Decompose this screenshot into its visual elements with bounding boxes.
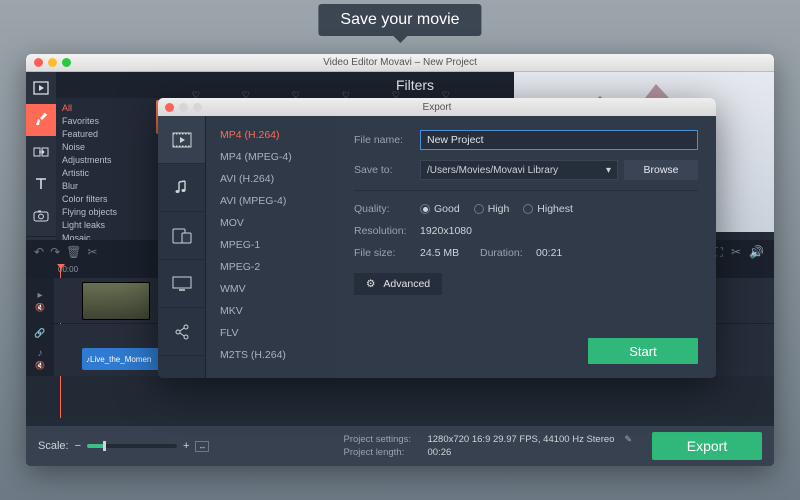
format-item[interactable]: MKV: [206, 300, 336, 322]
duration-value: 00:21: [536, 247, 562, 259]
link-track-head: 🔗: [26, 324, 54, 342]
undo-button[interactable]: ↶: [34, 245, 44, 259]
quality-radio-good[interactable]: Good: [420, 203, 460, 215]
category-item[interactable]: All: [62, 102, 140, 115]
export-tab-tv[interactable]: [158, 260, 205, 308]
export-dialog-titlebar: Export: [158, 98, 716, 116]
format-item[interactable]: MPEG-1: [206, 234, 336, 256]
save-to-value: /Users/Movies/Movavi Library: [427, 165, 558, 176]
project-settings-value: 1280x720 16:9 29.97 FPS, 44100 Hz Stereo: [427, 433, 614, 446]
browse-button[interactable]: Browse: [624, 160, 698, 180]
radio-label: High: [488, 203, 510, 215]
audio-track-head: ♪🔇: [26, 342, 54, 376]
project-length-label: Project length:: [343, 446, 421, 459]
format-list: MP4 (H.264) MP4 (MPEG-4) AVI (H.264) AVI…: [206, 116, 336, 378]
redo-button[interactable]: ↷: [50, 245, 60, 259]
fit-button[interactable]: ↔: [195, 441, 209, 452]
radio-icon: [474, 204, 484, 214]
quality-label: Quality:: [354, 203, 420, 215]
video-clip[interactable]: [82, 282, 150, 320]
duration-label: Duration:: [480, 247, 536, 259]
resolution-value: 1920x1080: [420, 225, 472, 237]
save-to-select[interactable]: /Users/Movies/Movavi Library ▾: [420, 160, 618, 180]
save-to-label: Save to:: [354, 164, 420, 176]
category-item[interactable]: Light leaks: [62, 219, 140, 232]
video-track-head: ▸🔇: [26, 278, 54, 323]
format-item[interactable]: MP4 (MPEG-4): [206, 146, 336, 168]
project-settings: Project settings: 1280x720 16:9 29.97 FP…: [343, 433, 632, 459]
radio-icon: [523, 204, 533, 214]
zoom-out-button[interactable]: −: [75, 440, 81, 452]
project-length-value: 00:26: [427, 446, 451, 459]
category-item[interactable]: Artistic: [62, 167, 140, 180]
volume-icon[interactable]: 🔊: [749, 245, 764, 259]
quality-radio-highest[interactable]: Highest: [523, 203, 573, 215]
format-item[interactable]: AVI (MPEG-4): [206, 190, 336, 212]
link-icon: 🔗: [34, 328, 45, 339]
export-tab-share[interactable]: [158, 308, 205, 356]
category-item[interactable]: Color filters: [62, 193, 140, 206]
category-item[interactable]: Favorites: [62, 115, 140, 128]
file-size-label: File size:: [354, 247, 420, 259]
export-tab-audio[interactable]: [158, 164, 205, 212]
scale-slider[interactable]: [87, 444, 177, 448]
transitions-tool-button[interactable]: [26, 136, 56, 168]
project-settings-label: Project settings:: [343, 433, 421, 446]
audio-clip-label: Live_the_Momen: [90, 355, 151, 364]
gear-icon: ⚙: [366, 278, 375, 290]
export-dialog: Export MP4 (H.264) MP4 (MPEG-4) AVI (H.2…: [158, 98, 716, 378]
export-tabs: [158, 116, 206, 378]
titles-tool-button[interactable]: [26, 168, 56, 200]
mute-icon[interactable]: 🔇: [35, 303, 45, 312]
category-item[interactable]: Adjustments: [62, 154, 140, 167]
hint-tooltip: Save your movie: [318, 4, 481, 36]
zoom-in-button[interactable]: +: [183, 440, 189, 452]
category-item[interactable]: Blur: [62, 180, 140, 193]
radio-label: Good: [434, 203, 460, 215]
quality-radios: Good High Highest: [420, 203, 573, 215]
mute-icon[interactable]: 🔇: [35, 361, 45, 370]
delete-button[interactable]: 🗑: [66, 245, 81, 259]
edit-settings-icon[interactable]: ✎: [624, 433, 632, 446]
file-name-input[interactable]: [420, 130, 698, 150]
filters-tool-button[interactable]: [26, 104, 56, 136]
advanced-button[interactable]: ⚙ Advanced: [354, 273, 442, 295]
radio-icon: [420, 204, 430, 214]
category-item[interactable]: Featured: [62, 128, 140, 141]
format-item[interactable]: AVI (H.264): [206, 168, 336, 190]
format-item[interactable]: MOV: [206, 212, 336, 234]
export-dialog-body: MP4 (H.264) MP4 (MPEG-4) AVI (H.264) AVI…: [158, 116, 716, 378]
scale-control: Scale: − + ↔: [38, 440, 209, 452]
export-tab-video[interactable]: [158, 116, 205, 164]
format-item[interactable]: MP4 (H.264): [206, 124, 336, 146]
format-item[interactable]: WMV: [206, 278, 336, 300]
export-dialog-title: Export: [158, 102, 716, 113]
split-icon[interactable]: ✂: [731, 245, 741, 259]
export-tab-devices[interactable]: [158, 212, 205, 260]
video-track-icon: ▸: [37, 290, 42, 301]
file-name-label: File name:: [354, 134, 420, 146]
quality-radio-high[interactable]: High: [474, 203, 510, 215]
capture-tool-button[interactable]: [26, 200, 56, 232]
resolution-label: Resolution:: [354, 225, 420, 237]
cut-button[interactable]: ✂: [87, 245, 97, 259]
audio-track-icon: ♪: [38, 348, 43, 359]
category-item[interactable]: Noise: [62, 141, 140, 154]
file-size-value: 24.5 MB: [420, 247, 480, 259]
media-tool-button[interactable]: [26, 72, 56, 104]
chevron-down-icon: ▾: [606, 165, 611, 176]
export-form: File name: Save to: /Users/Movies/Movavi…: [336, 116, 716, 378]
titlebar: Video Editor Movavi – New Project: [26, 54, 774, 72]
advanced-label: Advanced: [383, 278, 430, 290]
category-item[interactable]: Flying objects: [62, 206, 140, 219]
format-item[interactable]: FLV: [206, 322, 336, 344]
radio-label: Highest: [537, 203, 573, 215]
export-button[interactable]: Export: [652, 432, 762, 460]
scale-label: Scale:: [38, 440, 69, 452]
window-title: Video Editor Movavi – New Project: [26, 57, 774, 68]
format-item[interactable]: M2TS (H.264): [206, 344, 336, 366]
start-button[interactable]: Start: [588, 338, 698, 364]
format-item[interactable]: MPEG-2: [206, 256, 336, 278]
status-bar: Scale: − + ↔ Project settings: 1280x720 …: [26, 426, 774, 466]
